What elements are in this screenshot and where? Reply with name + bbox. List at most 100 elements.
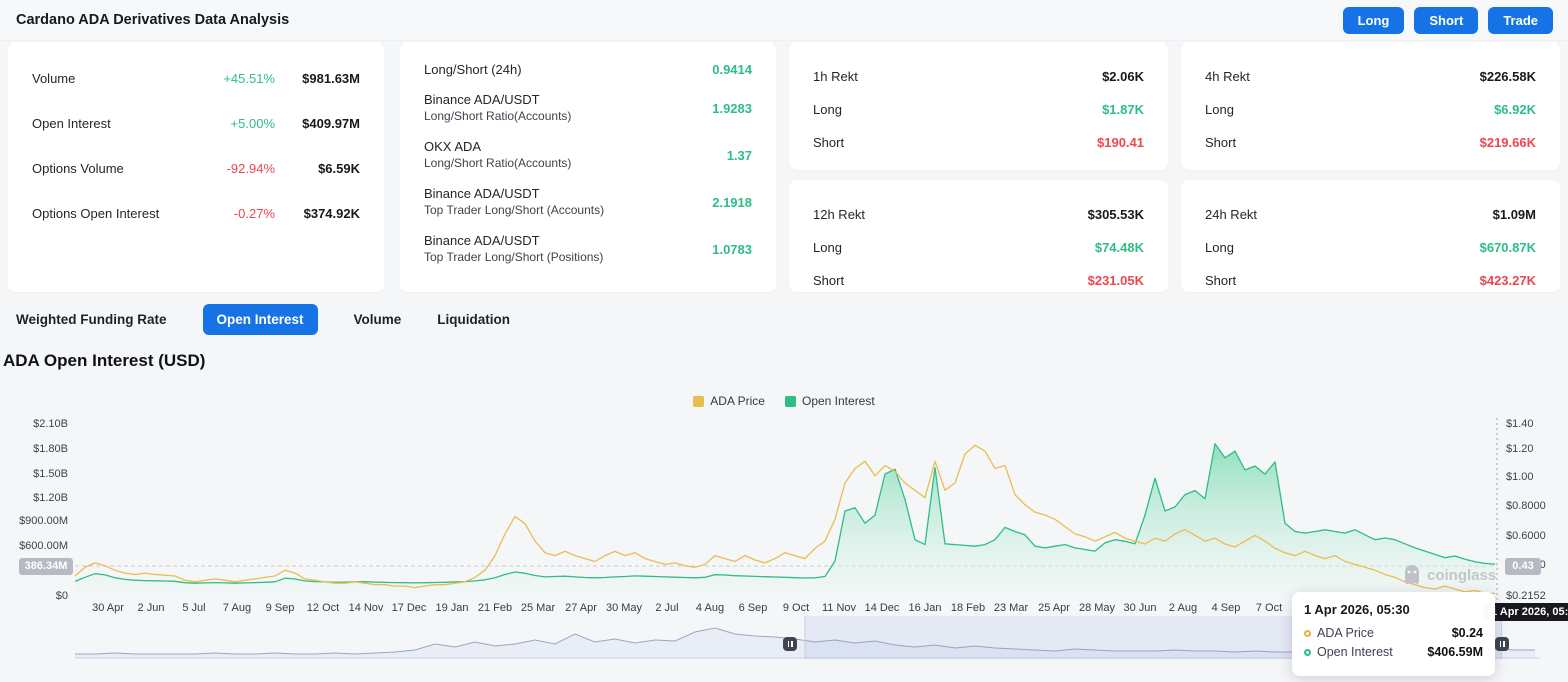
ratio-sublabel: Long/Short Ratio(Accounts) bbox=[424, 108, 571, 125]
rekt-title: 4h Rekt bbox=[1205, 69, 1250, 84]
rekt-short-row: Short$231.05K bbox=[813, 270, 1144, 290]
header-buttons: Long Short Trade bbox=[1343, 7, 1553, 34]
rekt-title: 24h Rekt bbox=[1205, 207, 1257, 222]
rekt-total-row: 4h Rekt$226.58K bbox=[1205, 66, 1536, 86]
x-axis-tick: 30 Apr bbox=[92, 602, 124, 614]
legend-swatch bbox=[693, 396, 704, 407]
tab-liquidation[interactable]: Liquidation bbox=[437, 312, 510, 327]
x-axis-tick: 9 Oct bbox=[783, 602, 809, 614]
tooltip-date: 1 Apr 2026, 05:30 bbox=[1304, 602, 1483, 617]
trade-action-button[interactable]: Short bbox=[1414, 7, 1478, 34]
right-axis-tick: $0.2152 bbox=[1506, 590, 1546, 602]
stat-label: Options Open Interest bbox=[32, 206, 159, 221]
latest-oi-badge: 386.34M bbox=[19, 558, 73, 575]
rekt-short-value: $190.41 bbox=[1097, 135, 1144, 150]
x-axis-tick: 21 Feb bbox=[478, 602, 512, 614]
ratio-value: 0.9414 bbox=[712, 62, 752, 77]
legend-item-ada-price[interactable]: ADA Price bbox=[693, 394, 765, 408]
ratio-sublabel: Top Trader Long/Short (Positions) bbox=[424, 249, 603, 266]
rekt-card: 1h Rekt$2.06KLong$1.87KShort$190.41 bbox=[789, 42, 1168, 170]
rekt-short-value: $219.66K bbox=[1480, 135, 1536, 150]
left-axis-tick: $1.50B bbox=[0, 468, 68, 480]
stat-change-pct: -0.27% bbox=[205, 206, 275, 221]
stat-row: Options Open Interest -0.27%$374.92K bbox=[32, 201, 360, 225]
page-title: Cardano ADA Derivatives Data Analysis bbox=[16, 12, 289, 28]
x-axis-tick: 27 Apr bbox=[565, 602, 597, 614]
chart-legend: ADA Price Open Interest bbox=[0, 394, 1568, 408]
tooltip-series-value: $0.24 bbox=[1452, 626, 1483, 640]
x-axis-tick: 11 Nov bbox=[822, 602, 856, 614]
ratio-label: Binance ADA/USDT bbox=[424, 185, 604, 202]
x-axis-tick: 30 May bbox=[606, 602, 642, 614]
rekt-total-value: $2.06K bbox=[1102, 69, 1144, 84]
stat-change-pct: +45.51% bbox=[205, 71, 275, 86]
rekt-short-label: Short bbox=[813, 135, 844, 150]
rekt-long-row: Long$670.87K bbox=[1205, 237, 1536, 257]
rekt-short-row: Short $190.41 bbox=[813, 132, 1144, 152]
stat-value: $409.97M bbox=[275, 116, 360, 131]
ratio-value: 2.1918 bbox=[712, 195, 752, 210]
stat-value: $981.63M bbox=[275, 71, 360, 86]
legend-item-open-interest[interactable]: Open Interest bbox=[785, 394, 875, 408]
tooltip-row: ADA Price$0.24 bbox=[1304, 626, 1483, 640]
ratio-labels: Binance ADA/USDTTop Trader Long/Short (P… bbox=[424, 232, 603, 266]
ratio-row: OKX ADALong/Short Ratio(Accounts) 1.37 bbox=[424, 138, 752, 172]
right-axis-tick: $1.00 bbox=[1506, 471, 1534, 483]
stat-value: $6.59K bbox=[275, 161, 360, 176]
x-axis-tick: 28 May bbox=[1079, 602, 1115, 614]
right-axis-tick: $1.20 bbox=[1506, 443, 1534, 455]
ratio-sublabel: Top Trader Long/Short (Accounts) bbox=[424, 202, 604, 219]
stat-value: $374.92K bbox=[275, 206, 360, 221]
ratio-value: 1.37 bbox=[727, 148, 752, 163]
rekt-card: 12h Rekt$305.53KLong$74.48KShort$231.05K bbox=[789, 180, 1168, 292]
ratio-labels: OKX ADALong/Short Ratio(Accounts) bbox=[424, 138, 571, 172]
navigator-right-handle[interactable] bbox=[1495, 637, 1509, 651]
long-short-ratio-card: Long/Short (24h)0.9414Binance ADA/USDTLo… bbox=[400, 42, 776, 292]
x-axis-tick: 19 Jan bbox=[435, 602, 468, 614]
tab-weighted-funding-rate[interactable]: Weighted Funding Rate bbox=[16, 312, 167, 327]
ratio-labels: Long/Short (24h) bbox=[424, 61, 522, 78]
trade-action-button[interactable]: Trade bbox=[1488, 7, 1553, 34]
tab-volume[interactable]: Volume bbox=[354, 312, 402, 327]
rekt-total-value: $305.53K bbox=[1088, 207, 1144, 222]
ratio-value: 1.0783 bbox=[712, 242, 752, 257]
stat-label: Options Volume bbox=[32, 161, 124, 176]
tooltip-row: Open Interest$406.59M bbox=[1304, 645, 1483, 659]
stat-label: Volume bbox=[32, 71, 75, 86]
legend-label: ADA Price bbox=[710, 394, 765, 408]
ratio-labels: Binance ADA/USDTLong/Short Ratio(Account… bbox=[424, 91, 571, 125]
tooltip-series-dot bbox=[1304, 630, 1311, 637]
rekt-long-label: Long bbox=[813, 240, 842, 255]
x-axis-tick: 2 Aug bbox=[1169, 602, 1197, 614]
rekt-long-label: Long bbox=[813, 102, 842, 117]
rekt-short-label: Short bbox=[1205, 135, 1236, 150]
rekt-total-row: 1h Rekt$2.06K bbox=[813, 66, 1144, 86]
coinglass-watermark: coinglass bbox=[1402, 564, 1496, 586]
right-axis-tick: $0.8000 bbox=[1506, 500, 1546, 512]
ratio-value: 1.9283 bbox=[712, 101, 752, 116]
ratio-label: Long/Short (24h) bbox=[424, 61, 522, 78]
x-axis-tick: 4 Sep bbox=[1212, 602, 1241, 614]
right-axis-tick: $1.40 bbox=[1506, 418, 1534, 430]
tooltip-series-label: Open Interest bbox=[1317, 645, 1393, 659]
x-axis-tick: 2 Jul bbox=[655, 602, 678, 614]
left-axis-tick: $600.00M bbox=[0, 540, 68, 552]
x-axis-tick: 14 Dec bbox=[865, 602, 900, 614]
left-axis-tick: $900.00M bbox=[0, 515, 68, 527]
rekt-short-row: Short$423.27K bbox=[1205, 270, 1536, 290]
x-axis-tick: 16 Jan bbox=[908, 602, 941, 614]
rekt-long-value: $74.48K bbox=[1095, 240, 1144, 255]
stat-row: Options Volume -92.94%$6.59K bbox=[32, 156, 360, 180]
ratio-label: Binance ADA/USDT bbox=[424, 232, 603, 249]
stat-change-pct: -92.94% bbox=[205, 161, 275, 176]
navigator-left-handle[interactable] bbox=[783, 637, 797, 651]
latest-price-badge: 0.43 bbox=[1505, 558, 1541, 575]
tab-open-interest[interactable]: Open Interest bbox=[203, 304, 318, 335]
ratio-labels: Binance ADA/USDTTop Trader Long/Short (A… bbox=[424, 185, 604, 219]
left-axis-tick: $1.20B bbox=[0, 492, 68, 504]
coinglass-logo-icon bbox=[1402, 564, 1422, 586]
rekt-card: 24h Rekt$1.09MLong$670.87KShort$423.27K bbox=[1181, 180, 1560, 292]
trade-action-button[interactable]: Long bbox=[1343, 7, 1405, 34]
ratio-row: Binance ADA/USDTLong/Short Ratio(Account… bbox=[424, 91, 752, 125]
rekt-long-row: Long$6.92K bbox=[1205, 99, 1536, 119]
